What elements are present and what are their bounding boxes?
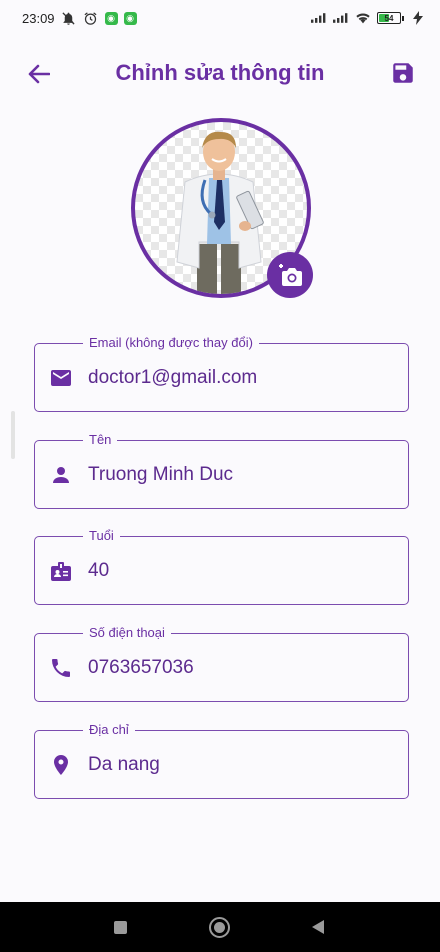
- age-field[interactable]: Tuổi 40: [34, 528, 409, 605]
- address-field[interactable]: Địa chỉ Da nang: [34, 722, 409, 799]
- signal-icon: [311, 10, 327, 26]
- phone-field-value: 0763657036: [88, 657, 194, 678]
- address-field-value: Da nang: [88, 754, 160, 775]
- save-icon: [393, 63, 413, 83]
- save-button[interactable]: [388, 58, 418, 88]
- status-time: 23:09: [22, 10, 55, 26]
- nav-back-button[interactable]: [312, 920, 324, 934]
- status-bar: 23:09 ◉ ◉ 54: [0, 0, 440, 36]
- location-pin-icon: [49, 753, 73, 777]
- add-photo-icon: [279, 264, 302, 286]
- age-field-value: 40: [88, 560, 110, 581]
- notifications-off-icon: [61, 10, 77, 26]
- home-icon: [214, 922, 225, 933]
- name-field[interactable]: Tên Truong Minh Duc: [34, 432, 409, 509]
- email-field-label: Email (không được thay đổi): [83, 335, 259, 351]
- app-notification-icon: ◉: [104, 11, 118, 25]
- home-button[interactable]: [209, 917, 230, 938]
- charging-icon: [410, 10, 426, 26]
- app-notification-icon-2: ◉: [123, 11, 137, 25]
- email-icon: [49, 366, 73, 390]
- app-bar: Chỉnh sửa thông tin: [0, 48, 440, 100]
- phone-icon: [49, 656, 73, 680]
- status-right: 54: [311, 10, 426, 26]
- status-left: 23:09 ◉ ◉: [22, 10, 137, 26]
- signal-icon-2: [333, 10, 349, 26]
- battery-indicator: 54: [377, 12, 404, 24]
- page-title: Chỉnh sửa thông tin: [115, 60, 325, 85]
- badge-icon: [49, 559, 73, 583]
- wifi-icon: [355, 10, 371, 26]
- recents-button[interactable]: [114, 921, 127, 934]
- phone-field[interactable]: Số điện thoại 0763657036: [34, 625, 409, 702]
- system-nav-bar: [0, 902, 440, 952]
- edge-handle: [11, 411, 15, 459]
- alarm-icon: [83, 10, 99, 26]
- change-photo-button[interactable]: [267, 252, 313, 298]
- name-field-label: Tên: [83, 432, 118, 448]
- email-field-value: doctor1@gmail.com: [88, 367, 258, 388]
- name-field-value: Truong Minh Duc: [88, 464, 234, 485]
- address-field-label: Địa chỉ: [83, 722, 135, 738]
- battery-level: 54: [384, 13, 394, 23]
- avatar-container: [131, 118, 313, 298]
- phone-field-label: Số điện thoại: [83, 625, 171, 641]
- email-field[interactable]: Email (không được thay đổi) doctor1@gmai…: [34, 335, 409, 412]
- person-icon: [49, 463, 73, 487]
- age-field-label: Tuổi: [83, 528, 120, 544]
